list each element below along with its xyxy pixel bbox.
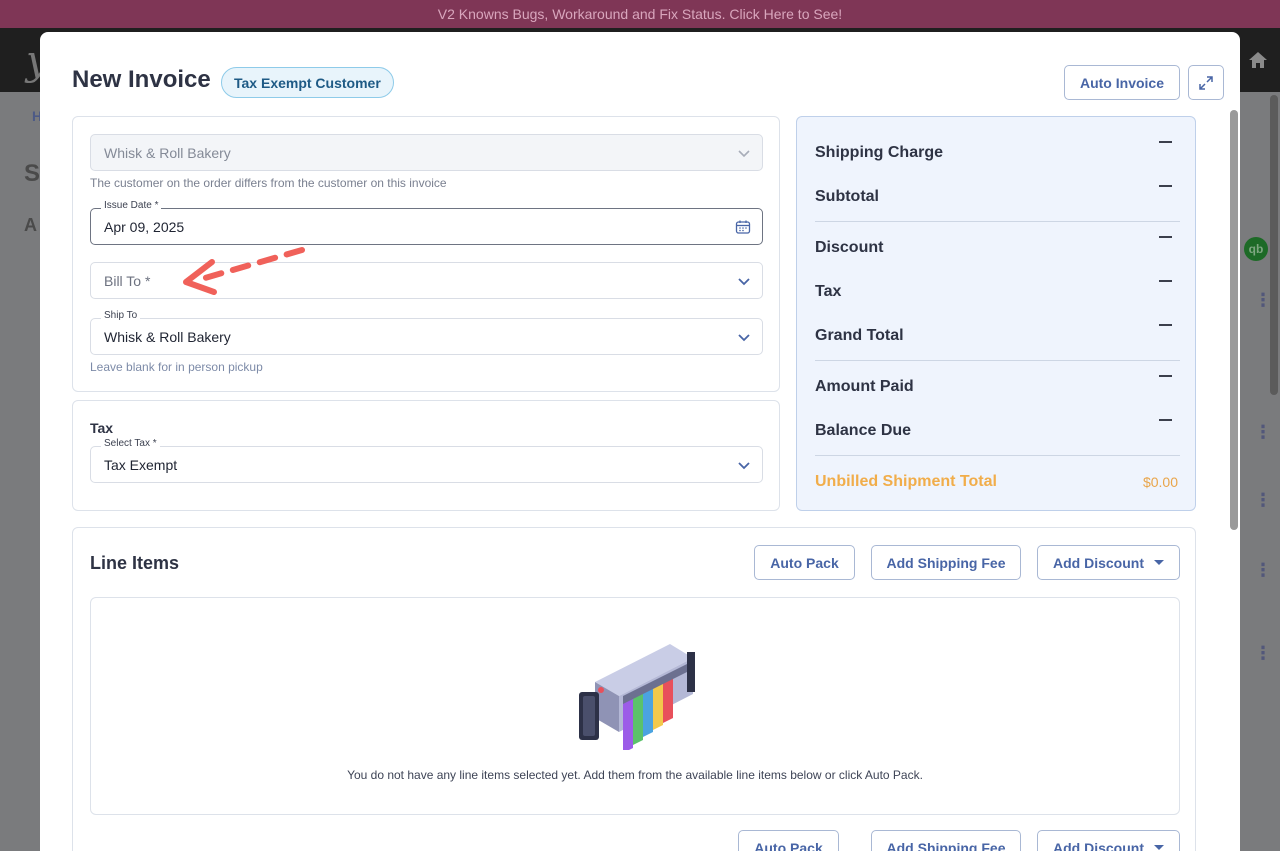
add-discount-label: Add Discount	[1053, 839, 1144, 851]
tax-card: Tax Select Tax * Tax Exempt	[72, 400, 780, 511]
row-menu-icon[interactable]: ⋮	[1254, 490, 1272, 511]
new-invoice-modal: New Invoice Tax Exempt Customer Auto Inv…	[40, 32, 1240, 851]
printer-illustration-icon	[579, 644, 695, 750]
tax-value: Tax Exempt	[104, 456, 178, 473]
summary-row: Tax	[815, 280, 1180, 304]
dash-icon	[1159, 324, 1172, 326]
auto-pack-button-bottom[interactable]: Auto Pack	[738, 830, 839, 851]
summary-divider	[815, 360, 1180, 361]
ship-to-label: Ship To	[101, 310, 141, 321]
dash-icon	[1159, 236, 1172, 238]
customer-select: Whisk & Roll Bakery	[90, 134, 763, 171]
announcement-banner[interactable]: V2 Knowns Bugs, Workaround and Fix Statu…	[0, 0, 1280, 28]
dash-icon	[1159, 375, 1172, 377]
tax-section-label: Tax	[90, 420, 114, 436]
customer-helper-text: The customer on the order differs from t…	[90, 176, 447, 190]
line-items-empty-state: You do not have any line items selected …	[90, 597, 1180, 815]
dash-icon	[1159, 419, 1172, 421]
summary-row: Amount Paid	[815, 375, 1180, 399]
unbilled-shipment-label: Unbilled Shipment Total	[815, 473, 997, 490]
empty-state-message: You do not have any line items selected …	[347, 768, 923, 782]
summary-divider	[815, 455, 1180, 456]
dash-icon	[1159, 185, 1172, 187]
ship-to-value: Whisk & Roll Bakery	[104, 328, 231, 345]
page-scrollbar[interactable]	[1270, 95, 1278, 395]
quickbooks-icon: qb	[1244, 237, 1268, 261]
chevron-down-icon	[738, 462, 750, 470]
modal-scrollbar[interactable]	[1230, 110, 1238, 530]
customer-value: Whisk & Roll Bakery	[104, 144, 231, 161]
caret-down-icon	[1154, 560, 1164, 565]
summary-divider	[815, 221, 1180, 222]
tax-exempt-badge: Tax Exempt Customer	[221, 67, 394, 98]
summary-row: Shipping Charge	[815, 141, 1180, 165]
issue-date-label: Issue Date *	[101, 200, 162, 211]
annotation-arrow-icon	[183, 247, 305, 295]
summary-row: Discount	[815, 236, 1180, 260]
row-menu-icon[interactable]: ⋮	[1254, 560, 1272, 581]
expand-icon	[1199, 75, 1213, 90]
background-title: S	[24, 160, 41, 187]
row-menu-icon[interactable]: ⋮	[1254, 422, 1272, 443]
add-discount-label: Add Discount	[1053, 554, 1144, 571]
row-menu-icon[interactable]: ⋮	[1254, 643, 1272, 664]
expand-button[interactable]	[1188, 65, 1224, 100]
line-items-card: Line Items Auto Pack Add Shipping Fee Ad…	[72, 527, 1196, 851]
dash-icon	[1159, 280, 1172, 282]
summary-row: Balance Due	[815, 419, 1180, 443]
unbilled-shipment-value: $0.00	[1142, 474, 1178, 490]
dash-icon	[1159, 141, 1172, 143]
line-items-title: Line Items	[90, 553, 180, 573]
ship-to-helper-text: Leave blank for in person pickup	[90, 360, 263, 374]
summary-row: Grand Total	[815, 324, 1180, 348]
add-shipping-fee-button-bottom[interactable]: Add Shipping Fee	[871, 830, 1021, 851]
tax-select[interactable]: Select Tax * Tax Exempt	[90, 438, 763, 483]
invoice-summary-panel: Shipping Charge Subtotal Discount Tax Gr…	[796, 116, 1196, 511]
bill-to-placeholder: Bill To *	[104, 272, 151, 289]
chevron-down-icon	[738, 334, 750, 342]
chevron-down-icon	[738, 150, 750, 158]
add-discount-button-bottom[interactable]: Add Discount	[1037, 830, 1180, 851]
chevron-down-icon	[738, 278, 750, 286]
summary-row: Subtotal	[815, 185, 1180, 209]
add-shipping-fee-button[interactable]: Add Shipping Fee	[871, 545, 1021, 580]
caret-down-icon	[1154, 845, 1164, 850]
auto-pack-button[interactable]: Auto Pack	[754, 545, 855, 580]
add-discount-button[interactable]: Add Discount	[1037, 545, 1180, 580]
background-subtitle: A	[24, 215, 37, 235]
auto-invoice-button[interactable]: Auto Invoice	[1064, 65, 1180, 100]
tax-select-label: Select Tax *	[101, 438, 160, 449]
ship-to-select[interactable]: Ship To Whisk & Roll Bakery	[90, 310, 763, 355]
modal-title: New Invoice	[72, 66, 211, 93]
calendar-icon[interactable]	[735, 219, 751, 235]
home-icon[interactable]	[1248, 50, 1268, 70]
issue-date-value: Apr 09, 2025	[104, 218, 185, 235]
